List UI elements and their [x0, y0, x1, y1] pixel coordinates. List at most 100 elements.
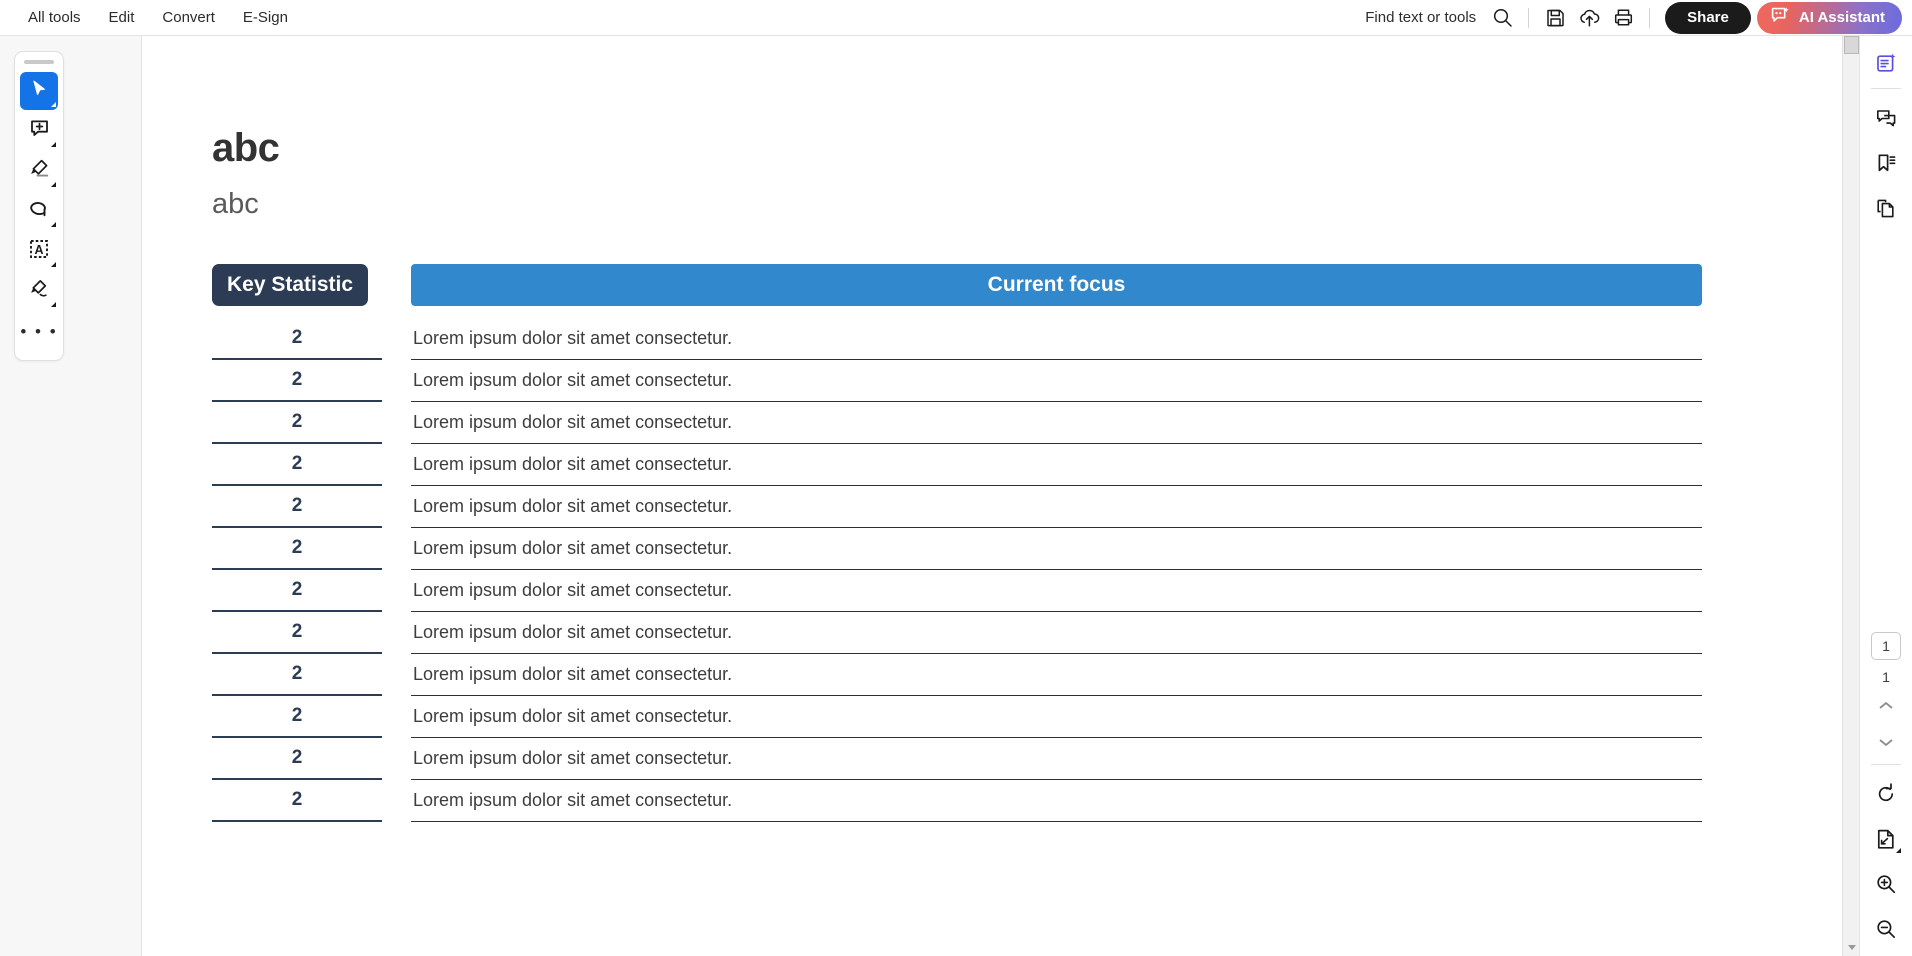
print-icon[interactable]: [1606, 3, 1640, 33]
previous-page-chevron-up-icon[interactable]: [1869, 691, 1903, 721]
text-box-a-icon: A: [28, 238, 50, 265]
total-pages-label: 1: [1882, 669, 1890, 685]
tool-panel-drag-handle[interactable]: [24, 60, 54, 64]
table-row: 2 Lorem ipsum dolor sit amet consectetur…: [212, 444, 1702, 486]
cell-current-focus: Lorem ipsum dolor sit amet consectetur.: [411, 612, 1702, 654]
current-focus-header-label: Current focus: [411, 264, 1702, 306]
chevron-corner-icon: [51, 302, 56, 307]
tool-panel: A • • •: [14, 51, 64, 361]
top-toolbar-actions: Find text or tools Share AI Assistant: [1365, 1, 1902, 34]
more-options-icon: • • •: [20, 321, 58, 341]
toolbar-divider-1: [1528, 7, 1530, 28]
table-body: 2 Lorem ipsum dolor sit amet consectetur…: [212, 320, 1702, 822]
cell-gap: [382, 696, 411, 738]
ai-assistant-button[interactable]: AI Assistant: [1756, 1, 1902, 34]
zoom-in-icon[interactable]: [1868, 866, 1904, 902]
cell-key-statistic: 2: [212, 320, 382, 360]
scrollbar-down-arrow-icon[interactable]: [1843, 939, 1860, 956]
menu-item-esign[interactable]: E-Sign: [229, 0, 302, 35]
sidebar-item-draw-tool[interactable]: [20, 192, 58, 230]
chevron-corner-icon: [51, 182, 56, 187]
document-scrollbar[interactable]: [1842, 36, 1859, 956]
cell-current-focus: Lorem ipsum dolor sit amet consectetur.: [411, 654, 1702, 696]
sidebar-item-comment-tool[interactable]: [20, 112, 58, 150]
spacer-cell-1: [212, 306, 382, 320]
rotate-icon[interactable]: [1868, 776, 1904, 812]
cell-gap: [382, 486, 411, 528]
page-title: abc: [212, 126, 280, 170]
sidebar-item-signature-tool[interactable]: [20, 272, 58, 310]
cell-gap: [382, 570, 411, 612]
spacer-cell-2: [382, 306, 411, 320]
fit-page-icon[interactable]: [1868, 821, 1904, 857]
comment-panel-icon[interactable]: [1868, 100, 1904, 136]
sidebar-item-text-box-tool[interactable]: A: [20, 232, 58, 270]
cloud-upload-icon[interactable]: [1572, 3, 1606, 33]
right-toolbar-rail: 1 1: [1859, 36, 1912, 956]
cell-key-statistic: 2: [212, 402, 382, 444]
cell-current-focus: Lorem ipsum dolor sit amet consectetur.: [411, 780, 1702, 822]
scrollbar-thumb[interactable]: [1844, 36, 1859, 54]
document-page: abc abc Key Statistic Current focus 2 Lo…: [142, 36, 1842, 956]
find-text-label[interactable]: Find text or tools: [1365, 9, 1476, 26]
share-button[interactable]: Share: [1665, 1, 1751, 34]
cell-current-focus: Lorem ipsum dolor sit amet consectetur.: [411, 444, 1702, 486]
cell-key-statistic: 2: [212, 444, 382, 486]
cell-key-statistic: 2: [212, 654, 382, 696]
spacer-cell-3: [411, 306, 1702, 320]
cell-key-statistic: 2: [212, 696, 382, 738]
cell-current-focus: Lorem ipsum dolor sit amet consectetur.: [411, 486, 1702, 528]
chevron-corner-icon: [51, 102, 56, 107]
chevron-corner-icon: [1896, 848, 1901, 853]
table-row: 2 Lorem ipsum dolor sit amet consectetur…: [212, 738, 1702, 780]
chevron-corner-icon: [51, 222, 56, 227]
sidebar-item-highlight-tool[interactable]: [20, 152, 58, 190]
menu-item-all-tools[interactable]: All tools: [14, 0, 95, 35]
cell-key-statistic: 2: [212, 486, 382, 528]
document-viewport[interactable]: abc abc Key Statistic Current focus 2 Lo…: [142, 36, 1842, 956]
copy-pages-icon[interactable]: [1868, 190, 1904, 226]
key-statistic-header-label: Key Statistic: [212, 264, 368, 306]
column-header-key-statistic: Key Statistic: [212, 264, 382, 306]
cell-current-focus: Lorem ipsum dolor sit amet consectetur.: [411, 320, 1702, 360]
cell-current-focus: Lorem ipsum dolor sit amet consectetur.: [411, 696, 1702, 738]
zoom-out-icon[interactable]: [1868, 911, 1904, 947]
sidebar-item-more-tools[interactable]: • • •: [20, 312, 58, 350]
column-header-current-focus: Current focus: [411, 264, 1702, 306]
table-row: 2 Lorem ipsum dolor sit amet consectetur…: [212, 360, 1702, 402]
right-rail-divider-2: [1871, 764, 1901, 765]
page-subtitle: abc: [212, 188, 259, 220]
table-head: Key Statistic Current focus: [212, 264, 1702, 320]
cell-key-statistic: 2: [212, 360, 382, 402]
cell-gap: [382, 612, 411, 654]
menu-item-convert[interactable]: Convert: [148, 0, 229, 35]
table-row: 2 Lorem ipsum dolor sit amet consectetur…: [212, 696, 1702, 738]
bookmark-list-icon[interactable]: [1868, 145, 1904, 181]
current-page-input[interactable]: 1: [1871, 632, 1901, 660]
cell-gap: [382, 738, 411, 780]
table-header-spacer: [212, 306, 1702, 320]
cell-gap: [382, 320, 411, 360]
add-comment-icon: [29, 118, 50, 144]
chevron-corner-icon: [51, 142, 56, 147]
table-row: 2 Lorem ipsum dolor sit amet consectetur…: [212, 654, 1702, 696]
cursor-arrow-icon: [29, 79, 49, 104]
column-gap: [382, 264, 411, 306]
table-row: 2 Lorem ipsum dolor sit amet consectetur…: [212, 486, 1702, 528]
next-page-chevron-down-icon[interactable]: [1869, 727, 1903, 757]
table-header-row: Key Statistic Current focus: [212, 264, 1702, 306]
cell-current-focus: Lorem ipsum dolor sit amet consectetur.: [411, 570, 1702, 612]
signature-pen-icon: [28, 278, 50, 305]
menu-item-edit[interactable]: Edit: [95, 0, 149, 35]
search-icon[interactable]: [1485, 3, 1519, 33]
table-row: 2 Lorem ipsum dolor sit amet consectetur…: [212, 570, 1702, 612]
statistics-table: Key Statistic Current focus 2 Lorem ipsu…: [212, 264, 1702, 822]
top-toolbar: All tools Edit Convert E-Sign Find text …: [0, 0, 1912, 36]
svg-text:A: A: [34, 243, 43, 257]
sidebar-item-select-tool[interactable]: [20, 72, 58, 110]
table-row: 2 Lorem ipsum dolor sit amet consectetur…: [212, 612, 1702, 654]
left-toolbar-rail: A • • •: [0, 36, 142, 956]
ai-summary-icon[interactable]: [1868, 45, 1904, 81]
chevron-corner-icon: [51, 262, 56, 267]
save-icon[interactable]: [1538, 3, 1572, 33]
